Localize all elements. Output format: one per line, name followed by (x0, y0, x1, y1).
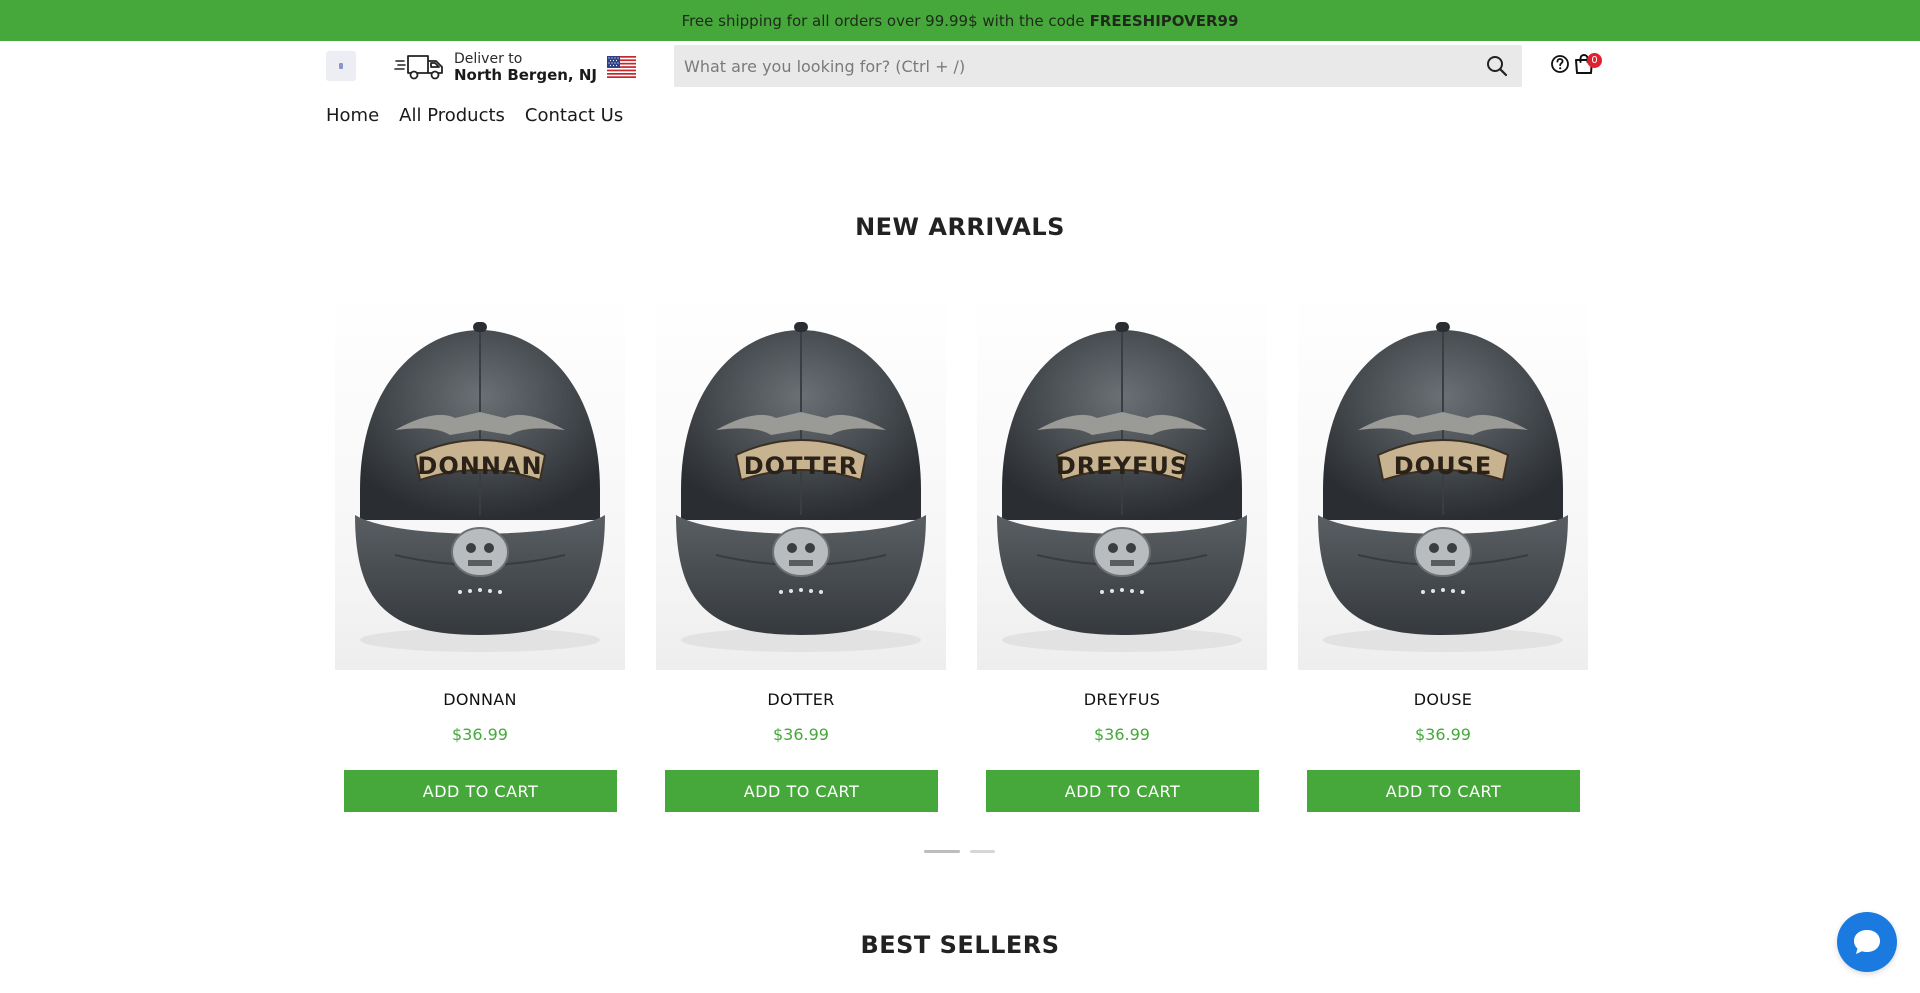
product-image[interactable]: DOTTER (656, 290, 946, 670)
add-to-cart-button[interactable]: ADD TO CART (344, 770, 617, 812)
product-image[interactable]: DREYFUS (977, 290, 1267, 670)
product-card[interactable]: DONNAN DONNAN $36.99 ADD TO CART (327, 290, 625, 820)
nav-contact-us[interactable]: Contact Us (525, 105, 623, 126)
search-input[interactable] (684, 45, 1482, 87)
product-card[interactable]: DOTTER DOTTER $36.99 ADD TO CART (648, 290, 946, 820)
search-bar (674, 45, 1522, 87)
truck-icon (394, 55, 443, 80)
chat-icon (1854, 930, 1880, 954)
product-price: $36.99 (452, 725, 508, 744)
product-card[interactable]: DOUSE DOUSE $36.99 ADD TO CART (1290, 290, 1588, 820)
cap-image-icon: DONNAN (355, 322, 605, 652)
product-name[interactable]: DOTTER (648, 690, 954, 709)
svg-text:DOTTER: DOTTER (744, 452, 859, 480)
product-price: $36.99 (1094, 725, 1150, 744)
chat-button[interactable] (1837, 912, 1897, 972)
carousel-dot[interactable] (970, 850, 995, 853)
nav-home[interactable]: Home (326, 105, 379, 126)
deliver-label: Deliver to (454, 51, 523, 67)
product-card[interactable]: DREYFUS DREYFUS $36.99 ADD TO CART (969, 290, 1267, 820)
add-to-cart-button[interactable]: ADD TO CART (665, 770, 938, 812)
nav-all-products[interactable]: All Products (399, 105, 505, 126)
deliver-location: North Bergen, NJ (454, 66, 597, 84)
announcement-bar: Free shipping for all orders over 99.99$… (0, 0, 1920, 41)
carousel-pagination (924, 850, 995, 853)
help-icon[interactable] (1550, 54, 1570, 74)
svg-text:DREYFUS: DREYFUS (1056, 452, 1188, 480)
cap-image-icon: DREYFUS (997, 322, 1247, 652)
add-to-cart-button[interactable]: ADD TO CART (1307, 770, 1580, 812)
svg-text:DOUSE: DOUSE (1394, 452, 1493, 480)
announcement-code: FREESHIPOVER99 (1089, 11, 1239, 30)
search-icon (1487, 56, 1508, 77)
main-nav: Home All Products Contact Us (326, 105, 623, 126)
product-price: $36.99 (1415, 725, 1471, 744)
new-arrivals-title: NEW ARRIVALS (855, 213, 1065, 241)
svg-text:DONNAN: DONNAN (417, 452, 542, 480)
add-to-cart-button[interactable]: ADD TO CART (986, 770, 1259, 812)
carousel-dot[interactable] (924, 850, 960, 853)
product-image[interactable]: DONNAN (335, 290, 625, 670)
announcement-text: Free shipping for all orders over 99.99$… (681, 11, 1085, 30)
cart-count-badge: 0 (1587, 53, 1602, 68)
product-image[interactable]: DOUSE (1298, 290, 1588, 670)
best-sellers-title: BEST SELLERS (860, 931, 1060, 959)
product-name[interactable]: DONNAN (327, 690, 633, 709)
product-name[interactable]: DOUSE (1290, 690, 1596, 709)
cap-image-icon: DOUSE (1318, 322, 1568, 652)
cap-image-icon: DOTTER (676, 322, 926, 652)
search-button[interactable] (1482, 51, 1512, 81)
product-name[interactable]: DREYFUS (969, 690, 1275, 709)
deliver-to-selector[interactable]: Deliver to North Bergen, NJ (394, 51, 597, 83)
us-flag-icon[interactable] (607, 56, 636, 78)
store-logo[interactable] (326, 51, 356, 81)
product-price: $36.99 (773, 725, 829, 744)
site-header: Deliver to North Bergen, NJ What are you… (0, 41, 1920, 131)
